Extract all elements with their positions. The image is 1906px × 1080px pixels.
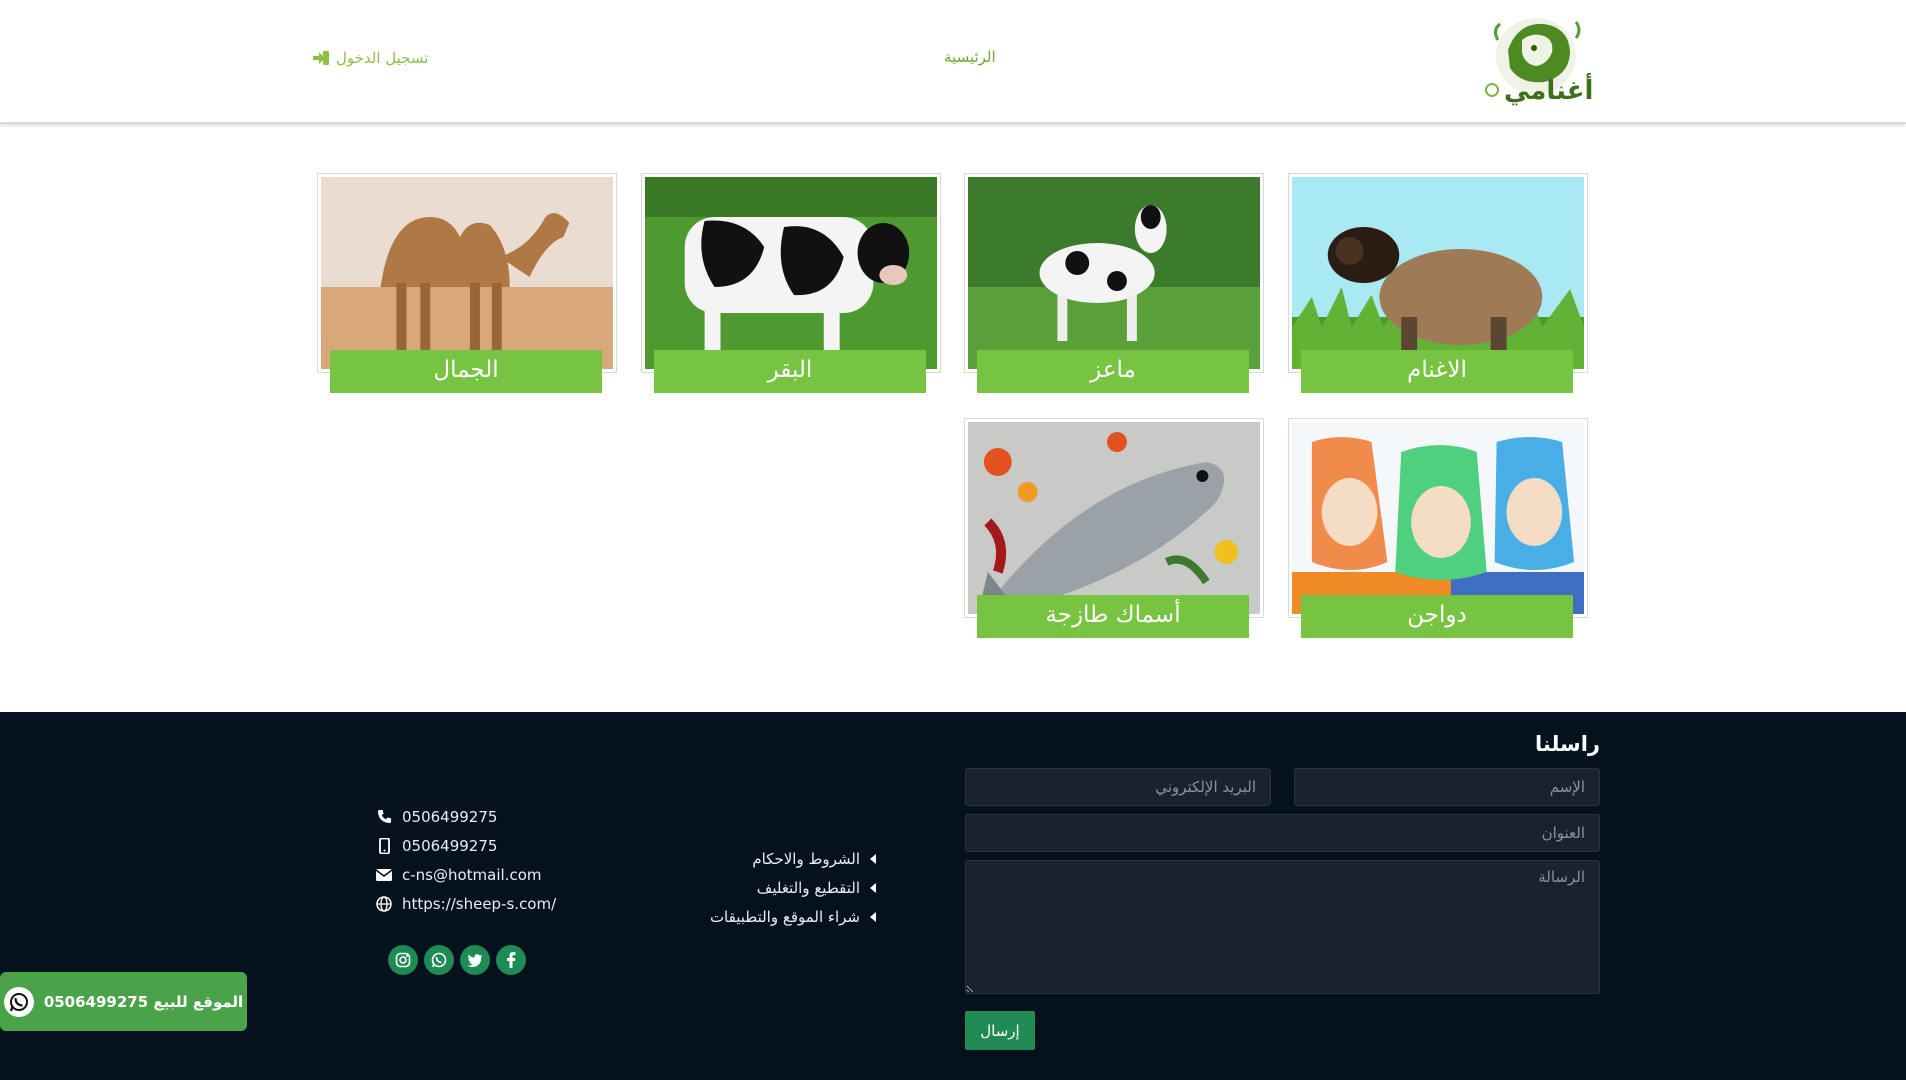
whatsapp-icon[interactable] bbox=[424, 945, 454, 975]
sign-in-icon bbox=[313, 51, 329, 65]
subject-field[interactable] bbox=[965, 814, 1600, 852]
email-field[interactable] bbox=[965, 768, 1271, 806]
link-cutting-packaging[interactable]: التقطيع والتغليف bbox=[690, 873, 876, 902]
link-label: الشروط والاحكام bbox=[752, 849, 860, 868]
mobile-icon bbox=[376, 837, 392, 854]
caret-left-icon bbox=[870, 853, 876, 864]
category-label: الاغنام bbox=[1301, 350, 1573, 393]
name-field[interactable] bbox=[1294, 768, 1600, 806]
link-label: التقطيع والتغليف bbox=[756, 878, 860, 897]
site-footer: راسلنا إرسال الشروط والاحكام التقطيع وال… bbox=[0, 712, 1906, 1080]
site-for-sale-badge[interactable]: الموقع للبيع 0506499275 bbox=[0, 972, 247, 1031]
instagram-icon[interactable] bbox=[388, 945, 418, 975]
phone-icon bbox=[376, 809, 392, 825]
sale-badge-text: الموقع للبيع 0506499275 bbox=[43, 992, 244, 1011]
category-label: الجمال bbox=[330, 350, 602, 393]
message-field[interactable] bbox=[965, 860, 1600, 994]
link-terms[interactable]: الشروط والاحكام bbox=[690, 844, 876, 873]
caret-left-icon bbox=[870, 882, 876, 893]
info-email[interactable]: c-ns@hotmail.com bbox=[376, 860, 596, 889]
globe-icon bbox=[376, 895, 392, 912]
caret-left-icon bbox=[870, 911, 876, 922]
poultry-image bbox=[1292, 422, 1584, 614]
facebook-icon[interactable] bbox=[496, 945, 526, 975]
category-card-goat[interactable]: ماعز bbox=[964, 173, 1264, 393]
contact-form-title: راسلنا bbox=[1535, 732, 1600, 756]
category-card-camel[interactable]: الجمال bbox=[317, 173, 617, 393]
category-card-cow[interactable]: البقر bbox=[641, 173, 941, 393]
social-links bbox=[388, 945, 526, 975]
category-label: أسماك طازجة bbox=[977, 595, 1249, 638]
link-label: شراء الموقع والتطبيقات bbox=[709, 907, 860, 926]
category-card-fish[interactable]: أسماك طازجة bbox=[964, 418, 1264, 638]
camel-image bbox=[321, 177, 613, 369]
envelope-icon bbox=[376, 867, 392, 883]
send-button[interactable]: إرسال bbox=[965, 1011, 1035, 1050]
category-label: دواجن bbox=[1301, 595, 1573, 638]
goat-image bbox=[968, 177, 1260, 369]
category-label: البقر bbox=[654, 350, 926, 393]
info-website[interactable]: https://sheep-s.com/ bbox=[376, 889, 596, 918]
contact-info: 0506499275 0506499275 c-ns@hotmail.com h… bbox=[376, 802, 596, 918]
nav-home-link[interactable]: الرئيسية bbox=[944, 48, 996, 66]
fish-image bbox=[968, 422, 1260, 614]
email-text: c-ns@hotmail.com bbox=[402, 865, 542, 884]
login-label: تسجيل الدخول bbox=[336, 49, 429, 67]
category-label: ماعز bbox=[977, 350, 1249, 393]
phone-text: 0506499275 bbox=[402, 807, 498, 826]
category-card-sheep[interactable]: الاغنام bbox=[1288, 173, 1588, 393]
link-buy-site-apps[interactable]: شراء الموقع والتطبيقات bbox=[690, 902, 876, 931]
logo-text[interactable]: أغنامي bbox=[1504, 76, 1593, 106]
twitter-icon[interactable] bbox=[460, 945, 490, 975]
site-header: أغنامي الرئيسية تسجيل الدخول bbox=[0, 0, 1906, 124]
info-mobile[interactable]: 0506499275 bbox=[376, 831, 596, 860]
nav-login-link[interactable]: تسجيل الدخول bbox=[312, 49, 428, 67]
mobile-text: 0506499275 bbox=[402, 836, 498, 855]
footer-links: الشروط والاحكام التقطيع والتغليف شراء ال… bbox=[690, 844, 876, 931]
website-text: https://sheep-s.com/ bbox=[402, 894, 557, 913]
sheep-image bbox=[1292, 177, 1584, 369]
whatsapp-icon bbox=[3, 986, 34, 1017]
cow-image bbox=[645, 177, 937, 369]
info-phone[interactable]: 0506499275 bbox=[376, 802, 596, 831]
category-card-poultry[interactable]: دواجن bbox=[1288, 418, 1588, 638]
